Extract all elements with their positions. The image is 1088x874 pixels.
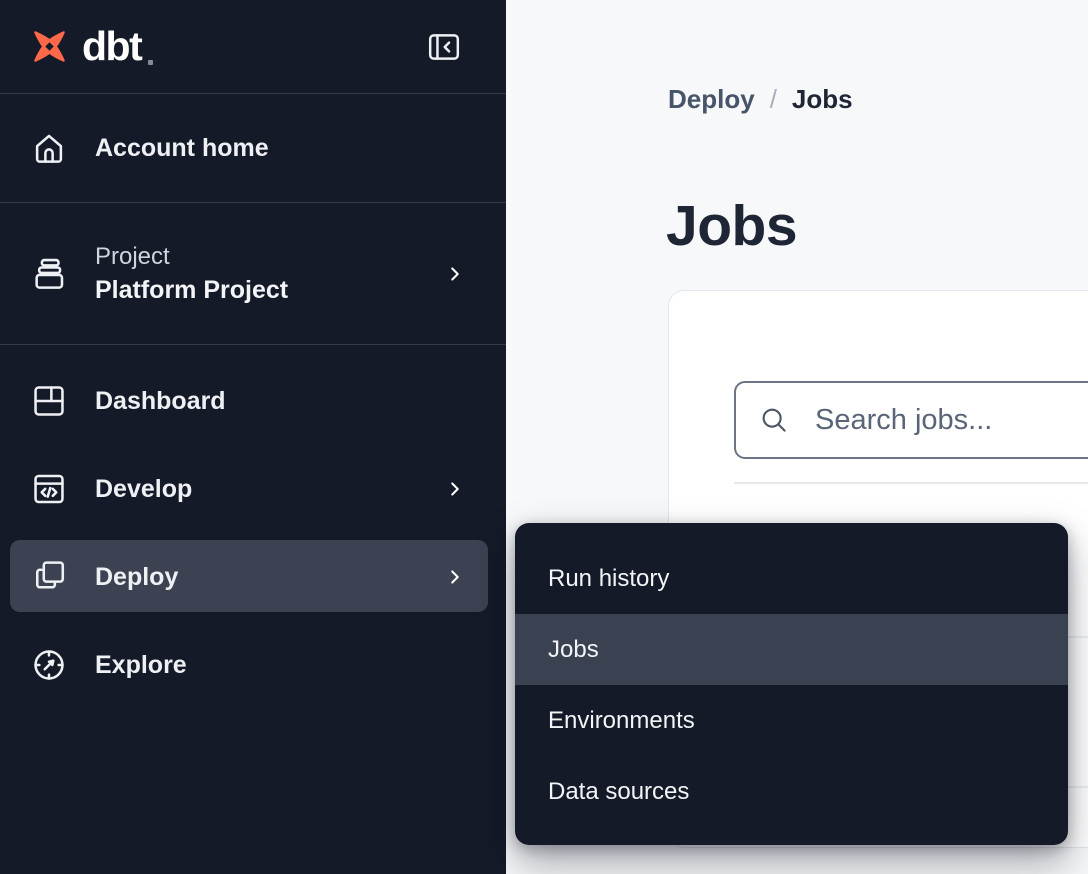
sidebar-item-label: Explore (95, 651, 187, 680)
home-icon (30, 129, 68, 167)
chevron-right-icon (444, 478, 466, 500)
menu-item-jobs[interactable]: Jobs (515, 614, 1068, 685)
menu-item-environments[interactable]: Environments (515, 685, 1068, 756)
breadcrumb-current: Jobs (792, 84, 853, 115)
overlapping-squares-icon (30, 558, 68, 596)
sidebar-header: dbt (0, 0, 506, 94)
menu-item-data-sources[interactable]: Data sources (515, 756, 1068, 827)
sidebar-item-label: Account home (95, 134, 269, 163)
sidebar-item-project[interactable]: Project Platform Project (0, 203, 506, 345)
sidebar: dbt Account home (0, 0, 506, 874)
breadcrumb: Deploy / Jobs (668, 84, 853, 115)
sidebar-item-account-home[interactable]: Account home (0, 94, 506, 203)
sidebar-item-label: Develop (95, 475, 192, 504)
stacked-boxes-icon (30, 255, 68, 293)
breadcrumb-separator: / (770, 84, 777, 115)
deploy-flyout-menu: Run history Jobs Environments Data sourc… (515, 523, 1068, 845)
app-window: dbt Account home (0, 0, 1088, 874)
card-divider (734, 482, 1088, 484)
project-label: Project (95, 243, 288, 271)
search-box[interactable] (734, 381, 1088, 459)
sidebar-item-deploy[interactable]: Deploy (0, 533, 506, 621)
search-icon (759, 405, 789, 435)
logo-wordmark: dbt (82, 26, 141, 67)
chevron-right-icon (444, 263, 466, 285)
dashboard-grid-icon (30, 382, 68, 420)
code-window-icon (30, 470, 68, 508)
sidebar-item-label: Deploy (95, 563, 178, 592)
project-text: Project Platform Project (95, 243, 288, 305)
dbt-logo[interactable]: dbt (26, 23, 153, 70)
sidebar-item-explore[interactable]: Explore (0, 621, 506, 709)
collapse-sidebar-button[interactable] (426, 31, 462, 63)
dbt-flame-icon (26, 23, 73, 70)
sidebar-item-label: Dashboard (95, 387, 226, 416)
logo-trademark-dot (148, 60, 153, 65)
page-title: Jobs (666, 193, 797, 259)
chevron-right-icon (444, 566, 466, 588)
sidebar-item-develop[interactable]: Develop (0, 445, 506, 533)
breadcrumb-deploy-link[interactable]: Deploy (668, 84, 755, 115)
project-name: Platform Project (95, 276, 288, 305)
sidebar-item-dashboard[interactable]: Dashboard (0, 357, 506, 445)
compass-icon (30, 646, 68, 684)
menu-item-run-history[interactable]: Run history (515, 543, 1068, 614)
panel-collapse-left-icon (426, 31, 462, 63)
sidebar-nav-group: Dashboard Develop (0, 345, 506, 709)
search-input[interactable] (813, 403, 1088, 438)
